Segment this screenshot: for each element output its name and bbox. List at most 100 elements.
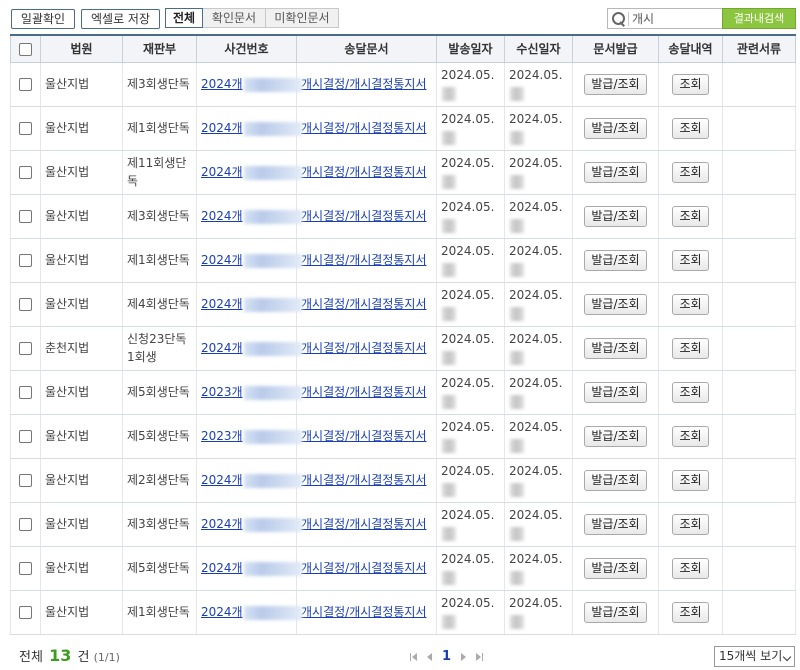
document-link[interactable]: 개시결정/개시결정통지서: [301, 605, 426, 619]
issue-view-button[interactable]: 발급/조회: [584, 161, 647, 183]
tab-confirmed[interactable]: 확인문서: [202, 8, 266, 28]
division-cell: 제5회생단독: [122, 370, 197, 415]
row-checkbox[interactable]: [19, 342, 32, 355]
document-link[interactable]: 개시결정/개시결정통지서: [301, 253, 426, 267]
row-checkbox[interactable]: [19, 562, 32, 575]
history-view-button[interactable]: 조회: [672, 117, 709, 139]
history-view-button[interactable]: 조회: [672, 249, 709, 271]
excel-save-button[interactable]: 엑셀로 저장: [81, 9, 160, 29]
search-input[interactable]: [632, 10, 724, 27]
case-number-link[interactable]: 2024개: [201, 295, 302, 313]
row-checkbox[interactable]: [19, 474, 32, 487]
row-checkbox[interactable]: [19, 78, 32, 91]
history-view-button[interactable]: 조회: [672, 601, 709, 623]
row-checkbox[interactable]: [19, 386, 32, 399]
related-docs-cell: [722, 282, 796, 327]
issue-view-button[interactable]: 발급/조회: [584, 425, 647, 447]
bulk-confirm-button[interactable]: 일괄확인: [11, 9, 75, 29]
document-cell: 개시결정/개시결정통지서: [296, 106, 437, 151]
document-link[interactable]: 개시결정/개시결정통지서: [301, 429, 426, 443]
history-view-button[interactable]: 조회: [672, 73, 709, 95]
history-view-button[interactable]: 조회: [672, 557, 709, 579]
sent-date-cell: 2024.05.: [436, 502, 505, 547]
document-link[interactable]: 개시결정/개시결정통지서: [301, 385, 426, 399]
redacted-case-number: [243, 341, 302, 356]
issue-view-button[interactable]: 발급/조회: [584, 73, 647, 95]
table-row: 울산지법 제5회생단독 2023개 개시결정/개시결정통지서 2024.05. 2024.…: [10, 414, 796, 459]
issue-view-button[interactable]: 발급/조회: [584, 337, 647, 359]
first-page-icon[interactable]: [412, 652, 417, 661]
issue-view-button[interactable]: 발급/조회: [584, 513, 647, 535]
tab-unconfirmed[interactable]: 미확인문서: [265, 8, 339, 28]
history-view-button[interactable]: 조회: [672, 513, 709, 535]
redacted-sent-day: [442, 218, 456, 233]
sent-date: 2024.05.: [441, 376, 495, 390]
issue-view-button[interactable]: 발급/조회: [584, 249, 647, 271]
case-number-link[interactable]: 2024개: [201, 471, 302, 489]
last-page-icon[interactable]: [476, 652, 482, 661]
document-link[interactable]: 개시결정/개시결정통지서: [301, 121, 426, 135]
issue-view-button[interactable]: 발급/조회: [584, 293, 647, 315]
document-link[interactable]: 개시결정/개시결정통지서: [301, 473, 426, 487]
document-link[interactable]: 개시결정/개시결정통지서: [301, 341, 426, 355]
history-view-button[interactable]: 조회: [672, 161, 709, 183]
document-link[interactable]: 개시결정/개시결정통지서: [301, 297, 426, 311]
row-checkbox[interactable]: [19, 518, 32, 531]
received-date-cell: 2024.05.: [504, 238, 573, 283]
case-number-link[interactable]: 2024개: [201, 75, 302, 93]
history-cell: 조회: [658, 326, 723, 371]
received-date: 2024.05.: [509, 464, 563, 478]
row-checkbox[interactable]: [19, 430, 32, 443]
court-cell: 울산지법: [40, 106, 123, 151]
row-checkbox[interactable]: [19, 254, 32, 267]
case-number-link[interactable]: 2023개: [201, 383, 302, 401]
select-all-checkbox[interactable]: [19, 42, 32, 56]
next-page-icon[interactable]: [461, 652, 467, 661]
paging-info: (1/1): [93, 651, 120, 664]
history-view-button[interactable]: 조회: [672, 425, 709, 447]
case-number-link[interactable]: 2024개: [201, 207, 302, 225]
prev-page-icon[interactable]: [427, 652, 432, 661]
issue-view-button[interactable]: 발급/조회: [584, 117, 647, 139]
issue-view-button[interactable]: 발급/조회: [584, 469, 647, 491]
redacted-case-number: [243, 517, 302, 532]
tab-all[interactable]: 전체: [165, 8, 203, 28]
row-checkbox[interactable]: [19, 210, 32, 223]
issue-view-button[interactable]: 발급/조회: [584, 601, 647, 623]
history-view-button[interactable]: 조회: [672, 205, 709, 227]
page-size-select[interactable]: 15개씩 보기: [714, 646, 795, 667]
page-number[interactable]: 1: [442, 649, 451, 664]
history-view-button[interactable]: 조회: [672, 337, 709, 359]
document-link[interactable]: 개시결정/개시결정통지서: [301, 517, 426, 531]
case-number-link[interactable]: 2024개: [201, 603, 302, 621]
history-view-button[interactable]: 조회: [672, 469, 709, 491]
sent-date-cell: 2024.05.: [436, 546, 505, 591]
issue-view-button[interactable]: 발급/조회: [584, 381, 647, 403]
related-docs-cell: [722, 546, 796, 591]
issue-view-button[interactable]: 발급/조회: [584, 557, 647, 579]
case-number-link[interactable]: 2024개: [201, 163, 302, 181]
row-checkbox[interactable]: [19, 122, 32, 135]
select-all-cell: [10, 34, 41, 63]
case-number-link[interactable]: 2024개: [201, 339, 302, 357]
issue-view-button[interactable]: 발급/조회: [584, 205, 647, 227]
case-number-link[interactable]: 2024개: [201, 559, 302, 577]
document-link[interactable]: 개시결정/개시결정통지서: [301, 561, 426, 575]
search-in-results-button[interactable]: 결과내검색: [722, 8, 796, 29]
document-link[interactable]: 개시결정/개시결정통지서: [301, 165, 426, 179]
document-link[interactable]: 개시결정/개시결정통지서: [301, 209, 426, 223]
case-number-link[interactable]: 2024개: [201, 251, 302, 269]
history-view-button[interactable]: 조회: [672, 293, 709, 315]
document-link[interactable]: 개시결정/개시결정통지서: [301, 77, 426, 91]
case-number-cell: 2024개: [196, 238, 302, 283]
sent-date: 2024.05.: [441, 112, 495, 126]
case-number-link[interactable]: 2024개: [201, 515, 302, 533]
related-docs-cell: [722, 590, 796, 635]
row-checkbox[interactable]: [19, 166, 32, 179]
case-number-link[interactable]: 2023개: [201, 427, 302, 445]
row-checkbox[interactable]: [19, 606, 32, 619]
court-cell: 울산지법: [40, 62, 123, 107]
history-view-button[interactable]: 조회: [672, 381, 709, 403]
row-checkbox[interactable]: [19, 298, 32, 311]
case-number-link[interactable]: 2024개: [201, 119, 302, 137]
